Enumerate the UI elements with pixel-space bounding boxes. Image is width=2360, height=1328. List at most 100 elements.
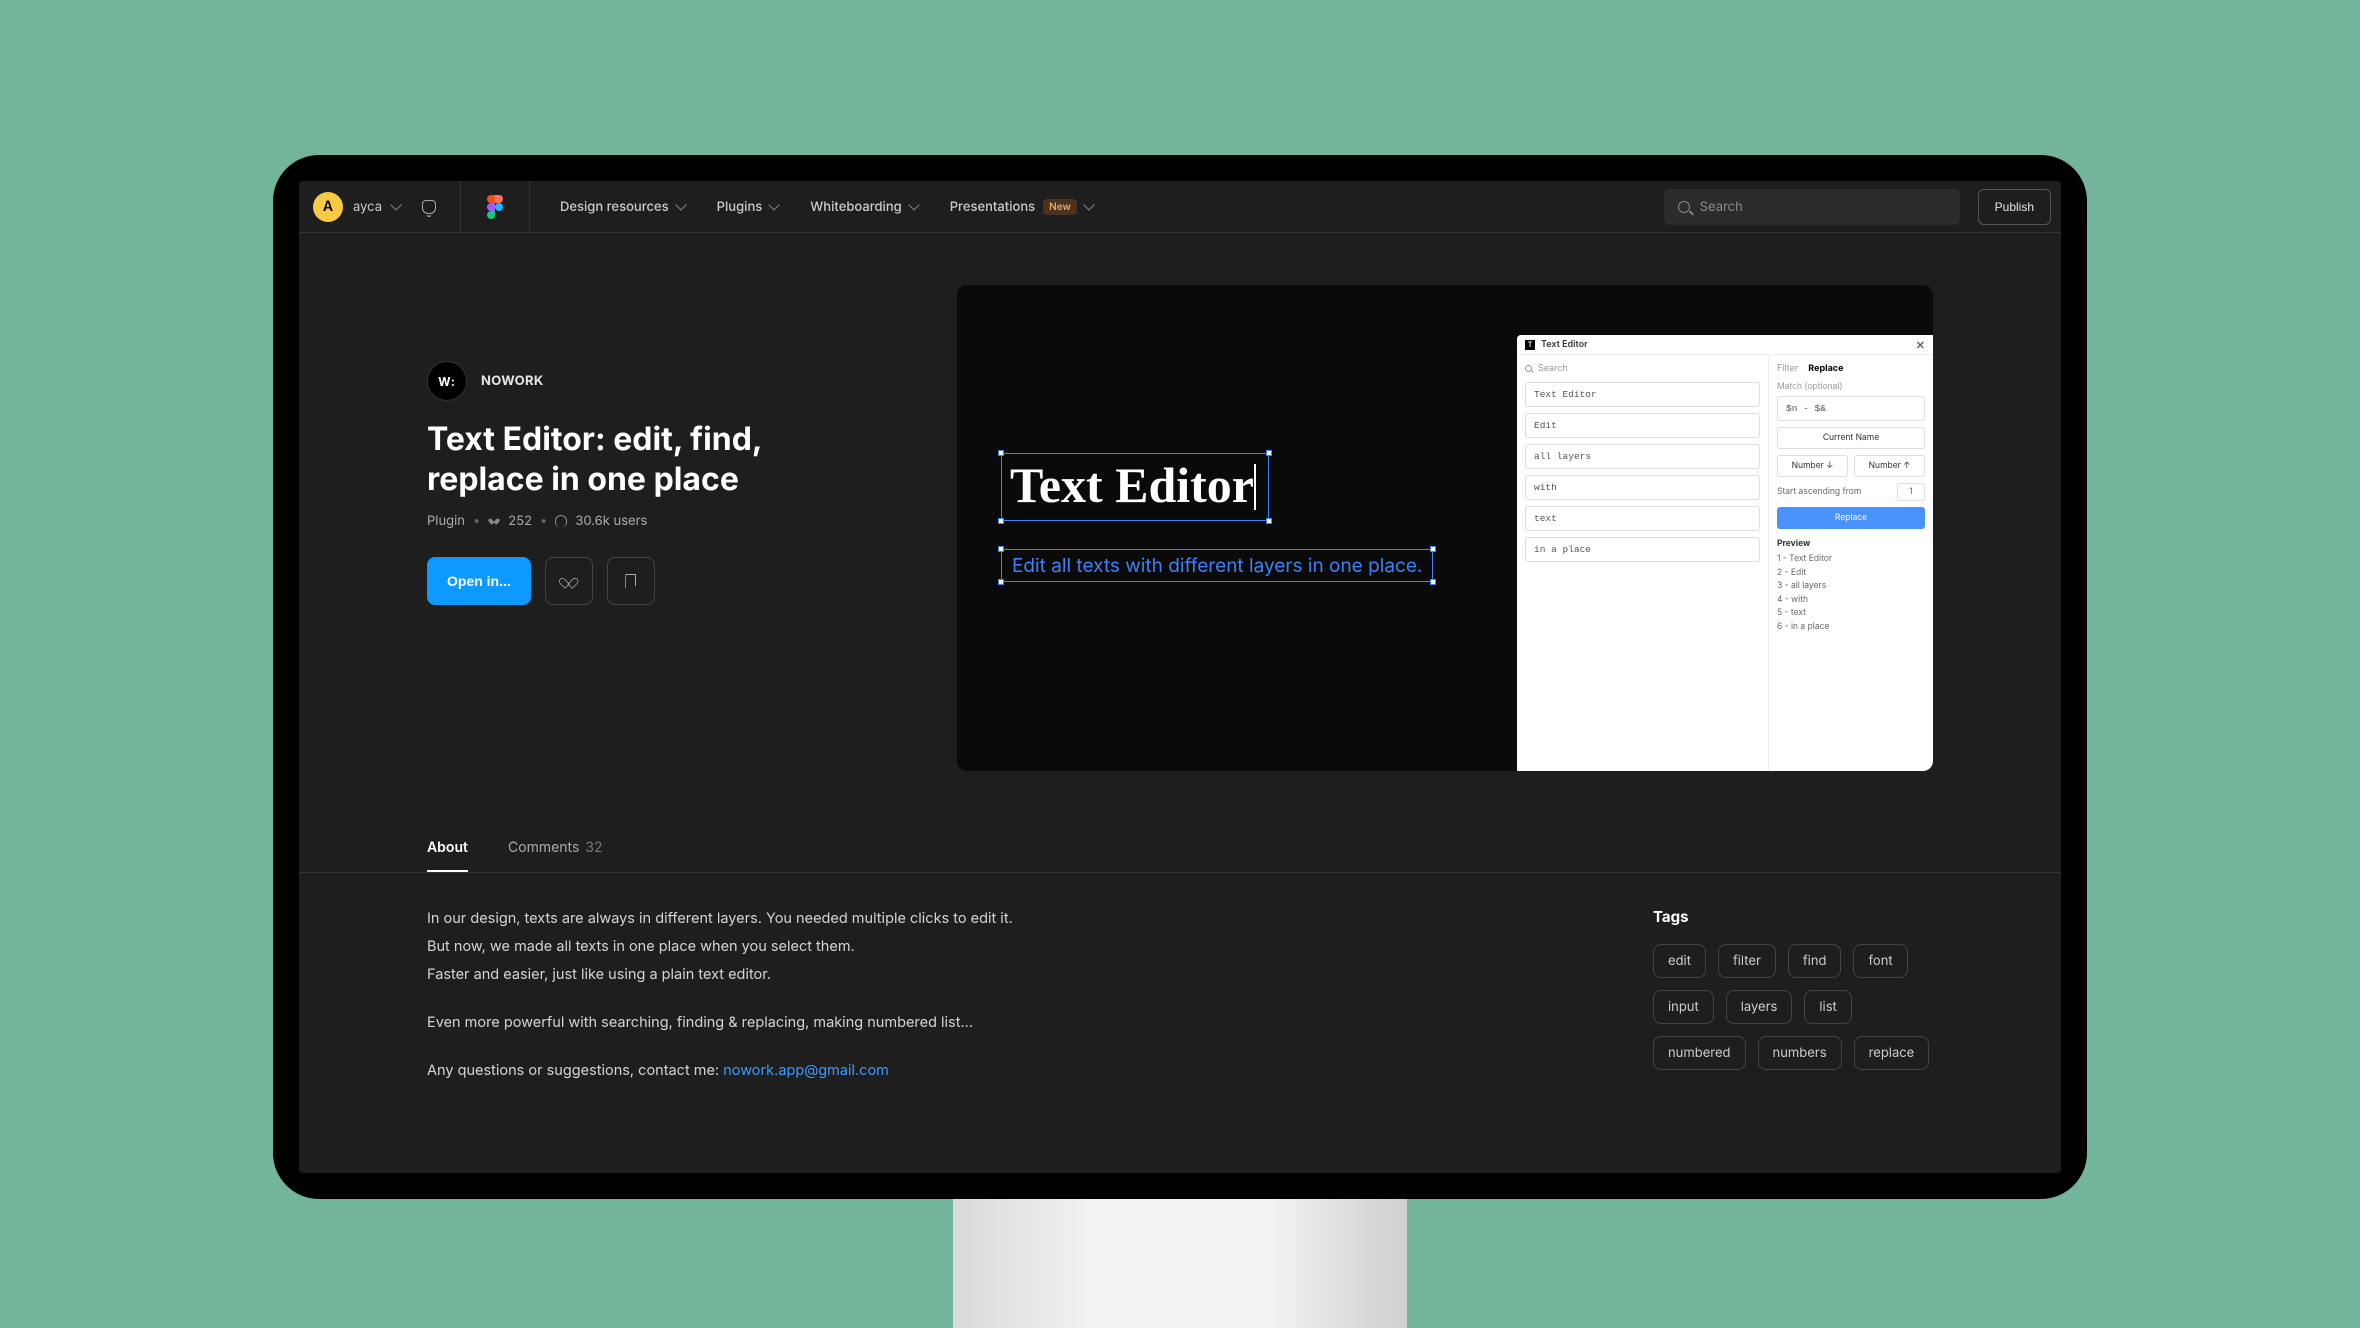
tag-item[interactable]: edit (1653, 944, 1706, 978)
panel-text-field[interactable]: Edit (1525, 413, 1760, 438)
tag-item[interactable]: numbers (1758, 1036, 1842, 1070)
description: In our design, texts are always in diffe… (427, 907, 1533, 1087)
author-name: NOWORK (481, 373, 543, 389)
desc-text: Any questions or suggestions, contact me… (427, 1062, 723, 1079)
sidebar: Tags edit filter find font input layers … (1653, 907, 1933, 1087)
nav-link-label: Plugins (717, 199, 763, 215)
chevron-down-icon (1083, 199, 1094, 210)
preview-item: 1 - Text Editor (1777, 553, 1925, 567)
panel-left-col: Search Text Editor Edit all layers with … (1517, 355, 1769, 771)
nav-link-label: Whiteboarding (810, 199, 901, 215)
nav-links: Design resources Plugins Whiteboarding P… (560, 199, 1093, 215)
tag-item[interactable]: filter (1718, 944, 1776, 978)
number-down-button[interactable]: Number ↓ (1777, 455, 1848, 477)
close-icon[interactable]: ✕ (1916, 338, 1925, 352)
tab-comments[interactable]: Comments 32 (508, 839, 603, 872)
plugin-panel-header: T Text Editor ✕ (1517, 335, 1933, 355)
new-badge: New (1043, 199, 1077, 215)
contact-email-link[interactable]: nowork.app@gmail.com (723, 1062, 889, 1079)
panel-tabs: Filter Replace (1777, 363, 1925, 374)
content-tabs: About Comments 32 (299, 839, 2061, 873)
save-button[interactable] (607, 557, 655, 605)
chevron-down-icon (908, 199, 919, 210)
panel-text-field[interactable]: text (1525, 506, 1760, 531)
panel-text-field[interactable]: all layers (1525, 444, 1760, 469)
panel-text-field[interactable]: Text Editor (1525, 382, 1760, 407)
preview-item: 6 - in a place (1777, 621, 1925, 635)
plugin-title: Text Editor (1541, 339, 1588, 350)
tab-filter[interactable]: Filter (1777, 363, 1798, 374)
nav-plugins[interactable]: Plugins (717, 199, 779, 215)
search-input[interactable]: Search (1664, 189, 1960, 225)
chevron-down-icon (675, 199, 686, 210)
tab-replace[interactable]: Replace (1808, 363, 1843, 374)
chevron-down-icon (769, 199, 780, 210)
action-row: Open in... (427, 557, 857, 605)
tag-item[interactable]: input (1653, 990, 1714, 1024)
divider (460, 181, 461, 233)
tag-item[interactable]: find (1788, 944, 1842, 978)
divider (529, 181, 530, 233)
panel-search[interactable]: Search (1525, 363, 1760, 374)
nav-link-label: Presentations (950, 199, 1035, 215)
chevron-down-icon (390, 199, 401, 210)
hero-preview: Text Editor Edit all texts with differen… (957, 285, 1933, 771)
match-label: Match (optional) (1777, 382, 1925, 392)
panel-right-col: Filter Replace Match (optional) $n - $& … (1769, 355, 1933, 771)
number-up-button[interactable]: Number ↑ (1854, 455, 1925, 477)
author-logo-icon: W: (427, 361, 467, 401)
plugin-icon: T (1525, 340, 1535, 350)
tag-item[interactable]: font (1853, 944, 1907, 978)
like-button[interactable] (545, 557, 593, 605)
nav-design-resources[interactable]: Design resources (560, 199, 685, 215)
author-link[interactable]: W: NOWORK (427, 361, 857, 401)
bell-icon[interactable] (422, 200, 436, 214)
tag-list: edit filter find font input layers list … (1653, 944, 1933, 1070)
panel-text-field[interactable]: with (1525, 475, 1760, 500)
selection-box: Edit all texts with different layers in … (1001, 549, 1433, 582)
avatar: A (313, 192, 343, 222)
content-area: In our design, texts are always in diffe… (299, 873, 2061, 1087)
page-body: W: NOWORK Text Editor: edit, find, repla… (299, 233, 2061, 771)
figma-logo-icon[interactable] (487, 195, 503, 219)
nav-link-label: Design resources (560, 199, 669, 215)
page-title: Text Editor: edit, find, replace in one … (427, 419, 787, 499)
preview-item: 2 - Edit (1777, 567, 1925, 581)
preview-item: 4 - with (1777, 594, 1925, 608)
current-name-button[interactable]: Current Name (1777, 427, 1925, 449)
tag-item[interactable]: replace (1854, 1036, 1930, 1070)
ascend-input[interactable]: 1 (1897, 483, 1925, 501)
nav-whiteboarding[interactable]: Whiteboarding (810, 199, 917, 215)
match-input[interactable]: $n - $& (1777, 396, 1925, 421)
preview-item: 3 - all layers (1777, 580, 1925, 594)
tab-label: About (427, 839, 468, 856)
heart-icon (491, 516, 498, 523)
tag-item[interactable]: list (1804, 990, 1851, 1024)
ascend-label: Start ascending from (1777, 487, 1891, 497)
desc-line: But now, we made all texts in one place … (427, 935, 1533, 959)
panel-text-field[interactable]: in a place (1525, 537, 1760, 562)
account-menu[interactable]: A ayca (307, 192, 406, 222)
monitor-frame: A ayca Design resources Plugins (273, 155, 2087, 1199)
likes-count: 252 (508, 513, 532, 529)
open-in-button[interactable]: Open in... (427, 557, 531, 605)
tags-heading: Tags (1653, 907, 1933, 926)
desc-line: Any questions or suggestions, contact me… (427, 1059, 1533, 1083)
desc-line: Even more powerful with searching, findi… (427, 1011, 1533, 1035)
panel-search-placeholder: Search (1538, 363, 1568, 374)
username: ayca (353, 199, 382, 215)
preview-list: 1 - Text Editor 2 - Edit 3 - all layers … (1777, 553, 1925, 635)
replace-button[interactable]: Replace (1777, 507, 1925, 529)
nav-presentations[interactable]: Presentations New (950, 199, 1093, 215)
publish-button[interactable]: Publish (1978, 189, 2051, 225)
preview-heading: Preview (1777, 539, 1925, 549)
canvas-selection: Text Editor Edit all texts with differen… (1001, 453, 1433, 582)
listing-meta: Plugin • 252 • 30.6k users (427, 513, 857, 529)
screen: A ayca Design resources Plugins (299, 181, 2061, 1173)
users-count: 30.6k users (575, 513, 647, 529)
preview-item: 5 - text (1777, 607, 1925, 621)
tab-about[interactable]: About (427, 839, 468, 872)
listing-info: W: NOWORK Text Editor: edit, find, repla… (427, 285, 857, 771)
tag-item[interactable]: layers (1726, 990, 1793, 1024)
tag-item[interactable]: numbered (1653, 1036, 1746, 1070)
